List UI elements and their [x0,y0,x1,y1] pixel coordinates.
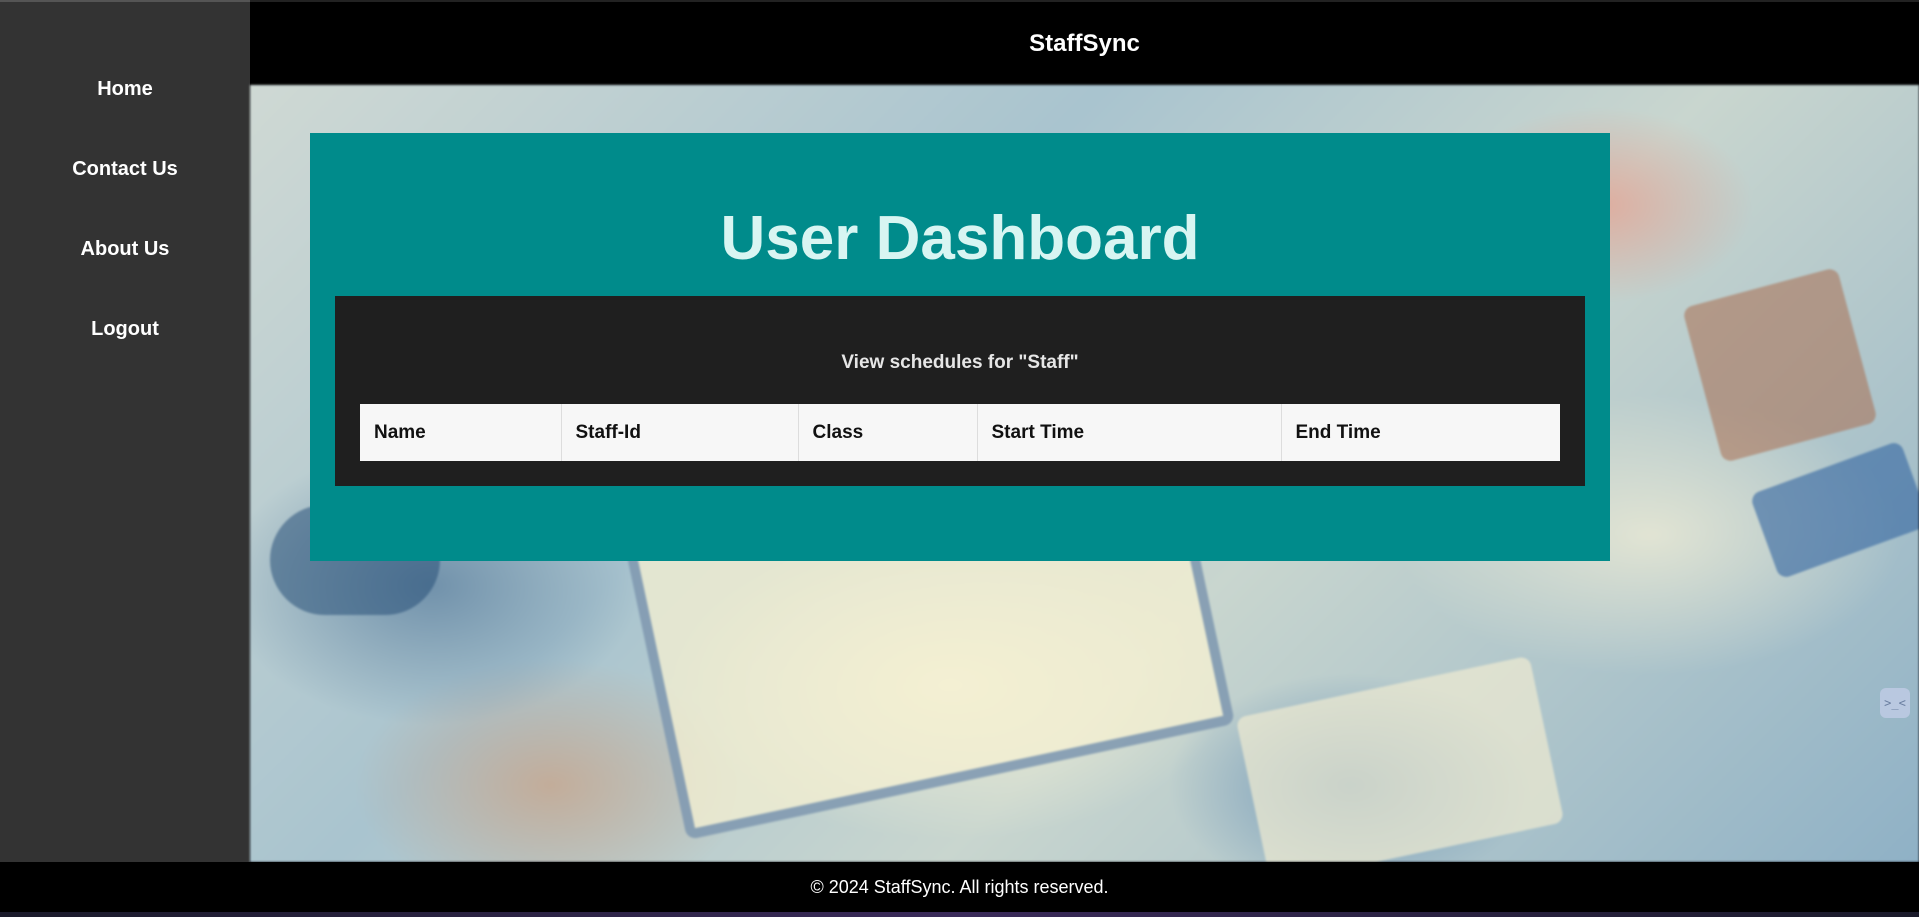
widget-glyph: >_< [1884,696,1906,710]
column-header-staff-id: Staff-Id [561,404,799,461]
column-header-start-time: Start Time [977,404,1282,461]
schedule-subtitle: View schedules for "Staff" [841,352,1079,373]
chat-bubble-icon[interactable]: >_< [1880,688,1910,718]
copyright-text: © 2024 StaffSync. All rights reserved. [810,876,1109,897]
bottom-strip [0,912,1919,917]
table-header-row: Name Staff-Id Class Start Time End Time [360,404,1560,461]
sidebar-item-home[interactable]: Home [0,78,250,101]
schedule-panel: View schedules for "Staff" Name Staff-Id… [335,296,1585,486]
dashboard-panel: User Dashboard View schedules for "Staff… [310,133,1610,561]
column-header-end-time: End Time [1295,421,1381,443]
sidebar-item-about-us[interactable]: About Us [0,238,250,261]
header: StaffSync [250,0,1919,85]
sidebar-item-contact-us[interactable]: Contact Us [0,158,250,181]
footer: © 2024 StaffSync. All rights reserved. [0,862,1919,912]
page-title: User Dashboard [720,204,1200,273]
sidebar: Home Contact Us About Us Logout [0,0,250,862]
app-title: StaffSync [1029,29,1140,57]
column-header-class: Class [798,404,978,461]
schedule-table: Name Staff-Id Class Start Time End Time [360,404,1560,461]
sidebar-item-logout[interactable]: Logout [0,318,250,341]
column-header-name: Name [360,404,562,461]
